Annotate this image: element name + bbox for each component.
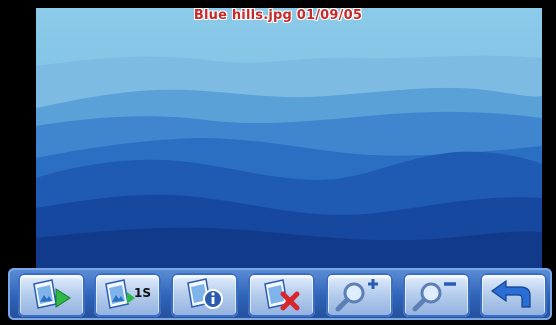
photo-viewer: Blue hills.jpg 01/09/05 1S: [0, 0, 556, 325]
photo-info-button[interactable]: [171, 273, 238, 317]
photo-caption: Blue hills.jpg 01/09/05: [193, 8, 363, 23]
photo-play-icon: [33, 279, 71, 309]
blue-hills-image: [36, 8, 542, 270]
zoom-in-button[interactable]: [326, 273, 393, 317]
delete-photo-button[interactable]: [248, 273, 315, 317]
photo-delete-icon: [264, 279, 300, 311]
toolbar: 1S: [8, 268, 552, 320]
slideshow-button[interactable]: [18, 273, 85, 317]
back-arrow-icon: [490, 279, 531, 308]
interval-label: 1S: [134, 286, 151, 300]
slideshow-interval-button[interactable]: 1S: [94, 273, 161, 317]
photo-display[interactable]: [36, 8, 542, 270]
back-button[interactable]: [480, 273, 547, 317]
photo-info-icon: [187, 278, 223, 309]
zoom-in-icon: [335, 279, 378, 312]
zoom-out-icon: [412, 282, 456, 312]
zoom-out-button[interactable]: [403, 273, 470, 317]
